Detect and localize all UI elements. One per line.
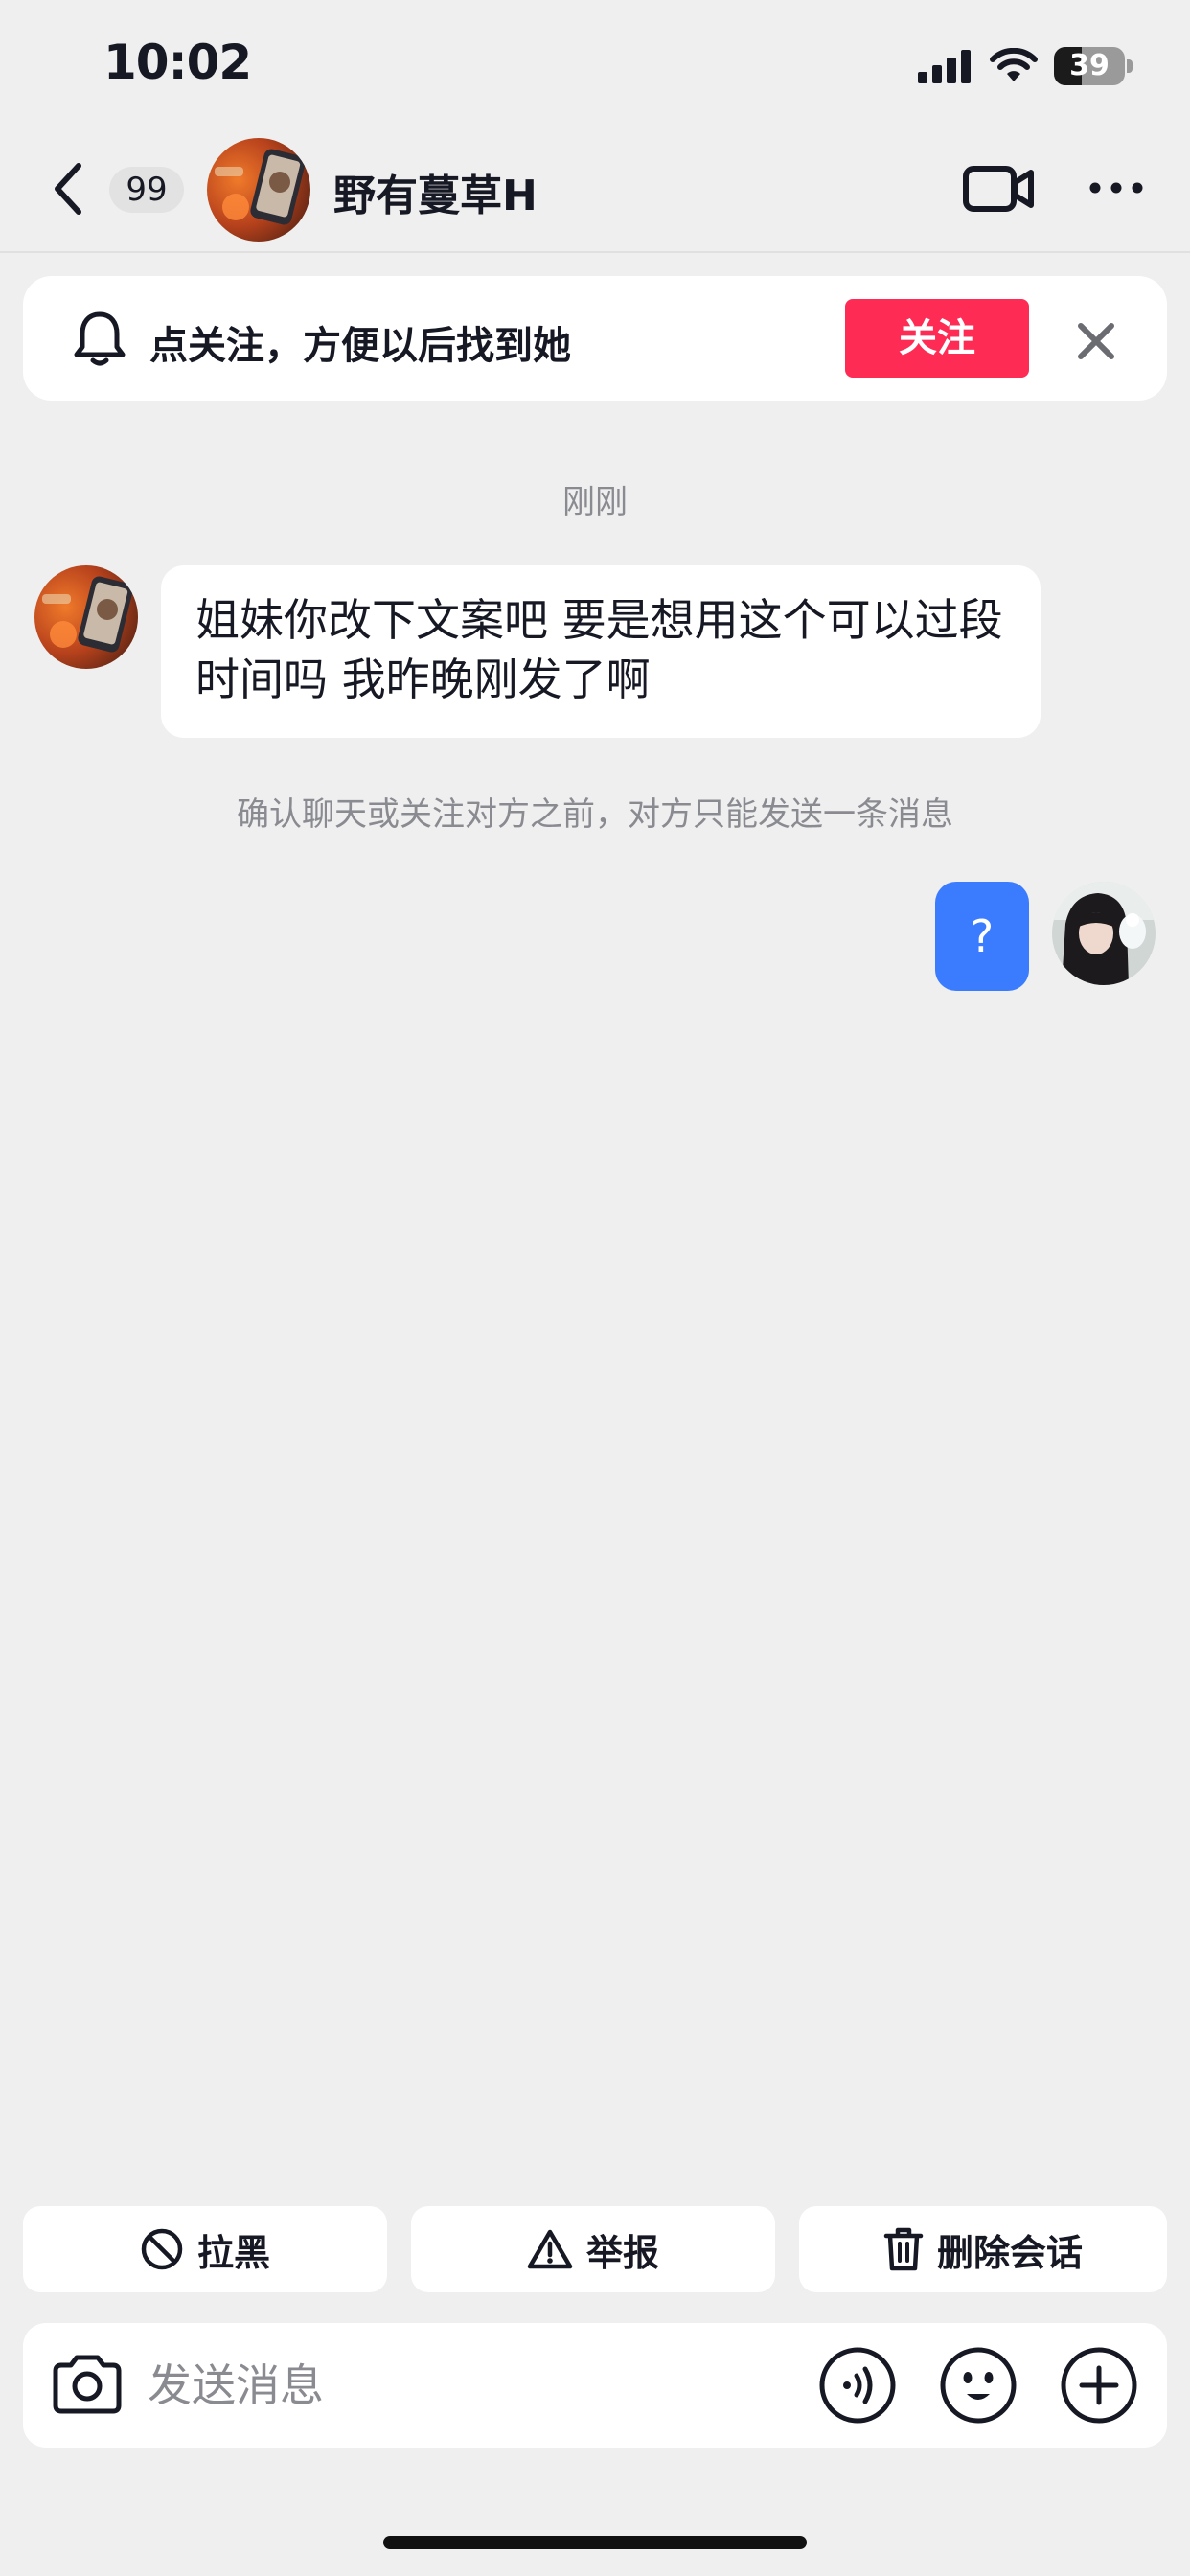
emoji-icon[interactable]	[939, 2346, 1018, 2425]
chat-screen: 10:02 39 99 野有蔓草H 点关注，方便以后找到她 关注 刚刚 姐妹你改…	[0, 0, 1190, 2576]
unread-count-badge[interactable]: 99	[109, 167, 184, 213]
bell-icon	[74, 311, 126, 366]
follow-prompt-text: 点关注，方便以后找到她	[149, 324, 571, 368]
warning-icon	[527, 2229, 573, 2269]
report-button[interactable]: 举报	[411, 2206, 775, 2292]
message-input[interactable]	[148, 2352, 684, 2419]
more-dots-icon	[1089, 182, 1143, 194]
plus-icon[interactable]	[1060, 2346, 1138, 2425]
follow-prompt-banner: 点关注，方便以后找到她 关注	[23, 276, 1167, 401]
incoming-message-bubble[interactable]: 姐妹你改下文案吧 要是想用这个可以过段时间吗 我昨晚刚发了啊	[161, 565, 1041, 738]
block-icon	[141, 2228, 183, 2270]
home-indicator	[383, 2536, 807, 2549]
voice-icon[interactable]	[818, 2346, 897, 2425]
status-time: 10:02	[103, 34, 252, 90]
back-button[interactable]	[38, 155, 96, 222]
status-bar: 10:02 39	[0, 0, 1190, 125]
message-limit-notice: 确认聊天或关注对方之前，对方只能发送一条消息	[237, 795, 953, 834]
report-label: 举报	[585, 2231, 659, 2274]
block-button[interactable]: 拉黑	[23, 2206, 387, 2292]
status-icons: 39	[918, 42, 1133, 90]
chevron-left-icon	[55, 163, 81, 215]
more-options-button[interactable]	[1083, 163, 1150, 213]
contact-name[interactable]: 野有蔓草H	[333, 161, 538, 222]
video-camera-icon	[963, 166, 1034, 212]
cellular-signal-icon	[918, 50, 971, 83]
close-icon[interactable]	[1069, 314, 1123, 368]
contact-message-avatar[interactable]	[34, 565, 138, 669]
outgoing-message-bubble[interactable]: ?	[935, 882, 1029, 991]
contact-avatar[interactable]	[207, 138, 310, 242]
message-composer	[23, 2323, 1167, 2448]
battery-level: 39	[1069, 49, 1110, 82]
battery-icon: 39	[1054, 47, 1133, 85]
block-label: 拉黑	[196, 2231, 270, 2274]
camera-icon[interactable]	[48, 2346, 126, 2425]
delete-conversation-button[interactable]: 删除会话	[799, 2206, 1167, 2292]
wifi-icon	[990, 48, 1038, 81]
trash-icon	[883, 2227, 924, 2271]
follow-button[interactable]: 关注	[845, 299, 1029, 378]
message-timestamp: 刚刚	[562, 483, 628, 521]
delete-conversation-label: 删除会话	[936, 2231, 1083, 2274]
video-call-button[interactable]	[962, 159, 1035, 218]
chat-header: 99 野有蔓草H	[0, 125, 1190, 253]
my-avatar[interactable]	[1052, 882, 1156, 985]
